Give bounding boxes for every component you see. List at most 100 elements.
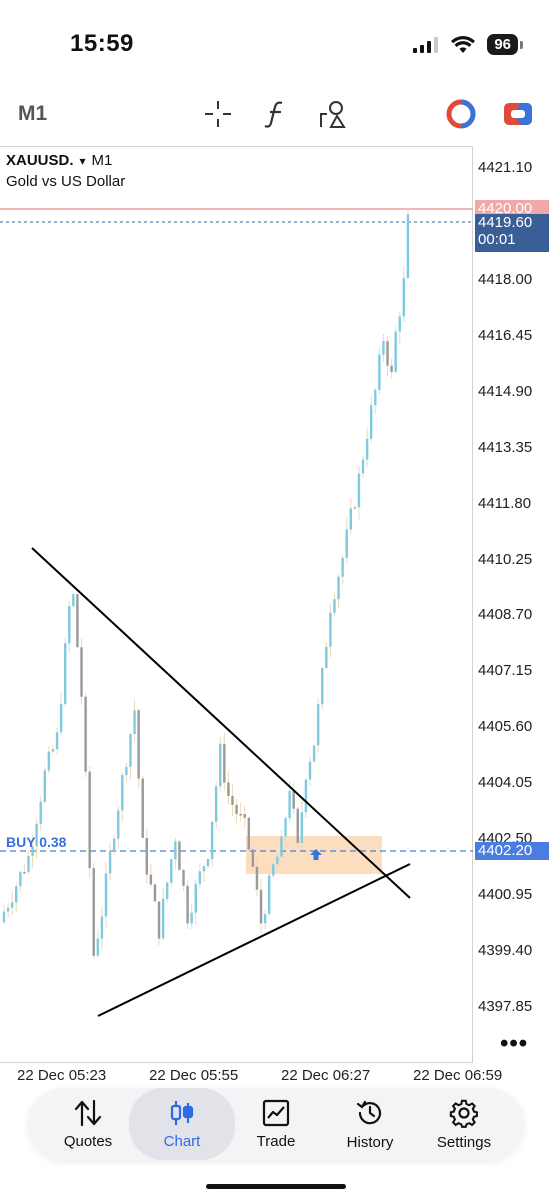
candle-body	[117, 810, 120, 839]
candle-body	[104, 873, 108, 917]
candle-body	[166, 882, 169, 899]
price-axis-label: 4414.90	[478, 382, 533, 400]
candle-body	[341, 557, 344, 577]
time-label: 22 Dec 06:27	[281, 1067, 371, 1084]
candle-body	[194, 883, 197, 913]
candle-body	[72, 594, 75, 607]
buy-position-label[interactable]: BUY 0.38	[6, 834, 66, 850]
candle-body	[68, 606, 71, 644]
price-chart[interactable]	[0, 146, 473, 1063]
candle-body	[92, 868, 95, 956]
candle-body	[321, 668, 324, 705]
symbol-selector[interactable]: XAUUSD. ▾ M1	[6, 152, 112, 169]
candle-body	[149, 874, 153, 885]
candle-body	[174, 841, 177, 860]
candle-body	[247, 817, 250, 850]
candle-body	[227, 782, 230, 796]
candle-body	[398, 316, 401, 332]
candle-body	[231, 795, 234, 805]
crosshair-icon[interactable]	[202, 98, 234, 130]
symbol-name: XAUUSD.	[6, 152, 74, 169]
candle-body	[100, 916, 104, 939]
price-axis-label: 4397.85	[478, 998, 533, 1015]
trade-chart-icon	[262, 1099, 290, 1126]
nav-history[interactable]: History	[322, 1088, 418, 1160]
quotes-arrows-icon	[74, 1099, 102, 1126]
function-icon[interactable]	[260, 98, 292, 130]
candle-body	[190, 912, 193, 924]
candle-body	[2, 911, 6, 923]
candle-body	[64, 643, 67, 704]
wifi-icon	[451, 35, 476, 53]
nav-settings[interactable]: Settings	[416, 1088, 512, 1160]
objects-icon[interactable]	[317, 98, 349, 130]
candle-body	[259, 889, 263, 924]
bar-countdown: 00:01	[478, 231, 516, 248]
candle-body	[316, 704, 320, 746]
candle-body	[96, 938, 100, 956]
price-axis-label: 4416.45	[478, 326, 533, 344]
one-click-trading-icon[interactable]	[502, 98, 534, 130]
candle-body	[333, 599, 336, 613]
candle-body	[370, 405, 373, 439]
candle-body	[214, 786, 218, 822]
price-axis-label: 4410.25	[478, 550, 533, 568]
candle-body	[268, 875, 271, 914]
candle-body	[88, 771, 91, 869]
candle-body	[361, 459, 365, 474]
candle-body	[129, 734, 132, 767]
candle-body	[374, 389, 377, 406]
price-axis-label: 4405.60	[478, 718, 533, 736]
candle-body	[84, 696, 87, 772]
gear-icon	[449, 1099, 478, 1128]
symbol-description: Gold vs US Dollar	[6, 173, 126, 190]
candle-body	[125, 766, 128, 776]
nav-quotes[interactable]: Quotes	[40, 1088, 136, 1160]
candle-body	[112, 838, 116, 851]
candle-body	[198, 871, 202, 884]
candle-body	[47, 751, 51, 771]
candle-body	[406, 214, 410, 278]
candle-body	[15, 886, 18, 903]
candle-body	[27, 855, 30, 873]
price-axis-label: 4418.00	[478, 270, 533, 288]
price-axis-label: 4407.15	[478, 662, 533, 680]
candle-body	[153, 884, 157, 902]
buy-position-tag: 4402.20	[475, 842, 549, 860]
candle-body	[251, 849, 255, 867]
nav-label: Chart	[163, 1132, 201, 1150]
candle-body	[55, 732, 59, 750]
nav-label: Settings	[436, 1133, 492, 1151]
time-label: 22 Dec 05:55	[149, 1067, 239, 1084]
nav-trade[interactable]: Trade	[228, 1088, 324, 1160]
time-label: 22 Dec 06:59	[413, 1067, 503, 1084]
status-indicators: 96	[413, 34, 523, 55]
candle-body	[329, 612, 332, 647]
time-label: 22 Dec 05:23	[17, 1067, 107, 1084]
candle-body	[80, 647, 83, 697]
ascending-trendline[interactable]	[97, 863, 411, 1017]
nav-chart[interactable]: Chart	[129, 1088, 235, 1160]
candle-body	[284, 818, 287, 837]
candle-body	[206, 859, 210, 867]
candle-body	[170, 859, 173, 883]
candle-body	[141, 778, 144, 838]
more-options-icon[interactable]: •••	[500, 1030, 528, 1058]
price-axis-label: 4404.05	[478, 774, 533, 792]
candle-body	[263, 913, 267, 924]
price-axis-label: 4421.10	[478, 159, 533, 176]
candle-body	[296, 808, 299, 843]
candle-body	[255, 866, 259, 890]
candle-body	[312, 745, 316, 762]
candle-body	[382, 341, 385, 355]
price-axis-label: 4413.35	[478, 438, 533, 456]
candle-body	[133, 710, 136, 735]
candle-body	[23, 871, 26, 874]
timeframe-selector[interactable]: M1	[18, 102, 47, 126]
candle-body	[145, 837, 148, 875]
candle-body	[210, 821, 214, 860]
trade-panel-icon[interactable]	[445, 98, 477, 130]
candle-body	[235, 804, 238, 814]
candle-body	[157, 901, 161, 939]
candle-body	[182, 869, 185, 886]
